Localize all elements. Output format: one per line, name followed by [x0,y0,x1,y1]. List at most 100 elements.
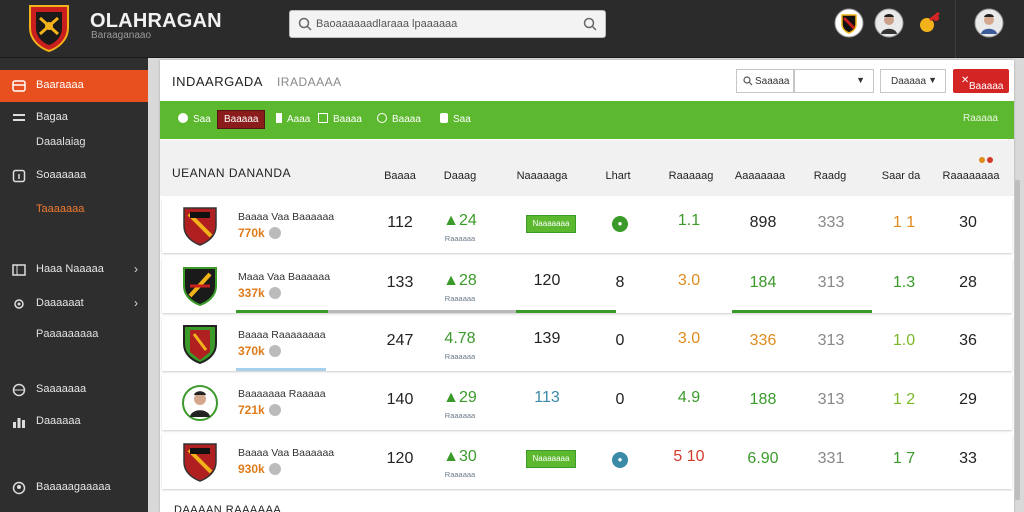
team-crest-icon [183,207,217,246]
cell-sub: Raaaaaa [444,352,476,361]
sidebar-item-4[interactable]: Daaaaaat › [0,288,148,320]
scrollbar[interactable] [1015,180,1020,500]
sidebar: Baaraaaa Bagaa Daaalaiag Soaaaaaa Taaaaa… [0,58,148,512]
cell: 6.90 [747,450,779,467]
row-progress-bar [516,310,616,313]
info-dot-icon[interactable] [268,404,281,416]
sidebar-subitem-0[interactable]: Daaalaiag [36,136,86,148]
main-panel: INDAARGADA IRADAAAA Saaaaa ▼ Daaaaa ▼ ✕ B… [160,60,1014,512]
col-header[interactable]: Aaaaaaaa [735,170,785,182]
team-badge-icon[interactable] [834,8,864,38]
tab-bar: Saa Baaaaa Aaaa Baaaa Baaaa Saa Raaaaa [160,101,1014,139]
profile-avatar-icon[interactable] [974,8,1004,38]
tab-2[interactable]: Aaaa [276,113,310,125]
table-row[interactable]: Baaaa Vaa Baaaaaa 930k 120 ▲30 Raaaaaa N… [162,434,1012,489]
cell: 333 [817,214,845,231]
tab-icon [276,113,282,123]
sidebar-item-6[interactable]: Daaaaaa [0,406,148,438]
topbar-divider [955,0,956,58]
sidebar-item-1[interactable]: Bagaa [0,102,148,134]
tab-right-link[interactable]: Raaaaa [963,113,998,124]
row-progress-bar [732,310,872,313]
cell-sub: Raaaaaa [444,411,476,420]
section-title: DAAAAN RAAAAAA [174,504,282,512]
sidebar-item-label: Baaraaaa [36,79,84,91]
cell: ▲24 [443,212,477,229]
info-dot-icon[interactable] [268,345,281,357]
player-name: Baaaa Vaa Baaaaaa [238,447,335,459]
row-progress-bar [236,368,326,371]
col-header[interactable]: Naaaaaga [517,170,568,182]
info-dot-icon[interactable] [268,463,281,475]
table-row[interactable]: Baaaa Vaa Baaaaaa 770k 112 ▲24 Raaaaaa N… [162,198,1012,253]
action-button[interactable]: ✕ Baaaaa [953,69,1009,93]
filter-select[interactable]: ▼ [794,69,874,93]
sidebar-item-2[interactable]: Soaaaaaa [0,160,148,192]
col-header[interactable]: Baaaa [384,170,416,182]
team-crest-icon [183,443,217,482]
info-dot-icon[interactable] [268,227,281,239]
col-header[interactable]: Raaaaaaaa [943,170,1000,182]
status-badge[interactable]: Naaaaaaa [526,450,576,468]
search-input[interactable]: Baoaaaaaadlaraaa lpaaaaaa [289,10,606,38]
tab-5[interactable]: Saa [440,113,471,125]
status-circle-icon: ● [612,452,628,468]
cell: 33 [959,450,977,467]
tab-1[interactable]: Baaaaa [217,110,266,129]
chevron-down-icon: ▼ [928,75,937,85]
col-header[interactable]: Raadg [814,170,846,182]
sidebar-item-label: Haaa Naaaaa [36,263,104,275]
tab-0[interactable]: Saa [178,113,211,125]
cell: 120 [533,272,561,289]
cell: 29 [959,391,977,408]
player-name: Maaa Vaa Baaaaaa [238,271,331,283]
status-badge[interactable]: Naaaaaaa [526,215,576,233]
action-button-label: ✕ Baaaaa [961,75,1004,92]
player-value: 370k [238,344,281,358]
table-row[interactable]: Maaa Vaa Baaaaaa 337k 133 ▲28 Raaaaaa 12… [162,258,1012,313]
cell: 1.3 [892,274,916,291]
col-header[interactable]: Lhart [605,170,630,182]
sidebar-item-label: Bagaa [36,111,68,123]
grid-icon [12,80,26,92]
search-submit-icon[interactable] [583,17,597,31]
club-crest-logo[interactable] [28,4,70,52]
row-progress-bar [328,310,516,313]
chart-icon [13,418,25,428]
notification-icon[interactable] [914,8,944,38]
user-avatar-icon[interactable] [874,8,904,38]
search-placeholder: Baoaaaaaadlaraaa lpaaaaaa [316,18,458,30]
filter-button[interactable]: Saaaaa [736,69,794,93]
top-bar: OLAHRAGAN Baraaganaao Baoaaaaaadlaraaa l… [0,0,1024,58]
info-dot-icon[interactable] [268,287,281,299]
col-header[interactable]: Saar da [882,170,921,182]
table-row[interactable]: Baaaa Raaaaaaaa 370k 247 4.78 Raaaaaa 13… [162,316,1012,371]
sidebar-item-label: Daaaaaa [36,415,81,427]
col-header[interactable]: Daaag [444,170,476,182]
table-icon [12,264,26,276]
sort-select[interactable]: Daaaaa ▼ [880,69,946,93]
cell: 0 [615,332,625,349]
cell: 4.78 [444,330,476,347]
sidebar-item-3[interactable]: Haaa Naaaaa › [0,254,148,286]
cell: 1 1 [892,214,916,231]
sidebar-item-0[interactable]: Baaraaaa [0,70,148,102]
cell: 139 [533,330,561,347]
sidebar-subitem-2[interactable]: Paaaaaaaaa [36,328,98,340]
tab-icon [318,113,328,123]
tab-3[interactable]: Baaaa [318,113,362,125]
cell: 0 [615,391,625,408]
team-crest-icon [183,325,217,364]
col-header[interactable]: Raaaaag [669,170,714,182]
sidebar-item-5[interactable]: Saaaaaaa [0,374,148,406]
tab-4[interactable]: Baaaa [377,113,421,125]
table-row[interactable]: Baaaaaaa Raaaaa 721k 140 ▲29 Raaaaaa 113… [162,375,1012,430]
cell: 36 [959,332,977,349]
cell: 5 10 [673,448,705,465]
cell: 120 [386,450,414,467]
cell: 313 [817,332,845,349]
cell: 140 [386,391,414,408]
sidebar-item-7[interactable]: Baaaaagaaaaa [0,472,148,504]
sidebar-item-label: Soaaaaaa [36,169,87,181]
sidebar-subitem-1[interactable]: Taaaaaaa [36,203,84,215]
